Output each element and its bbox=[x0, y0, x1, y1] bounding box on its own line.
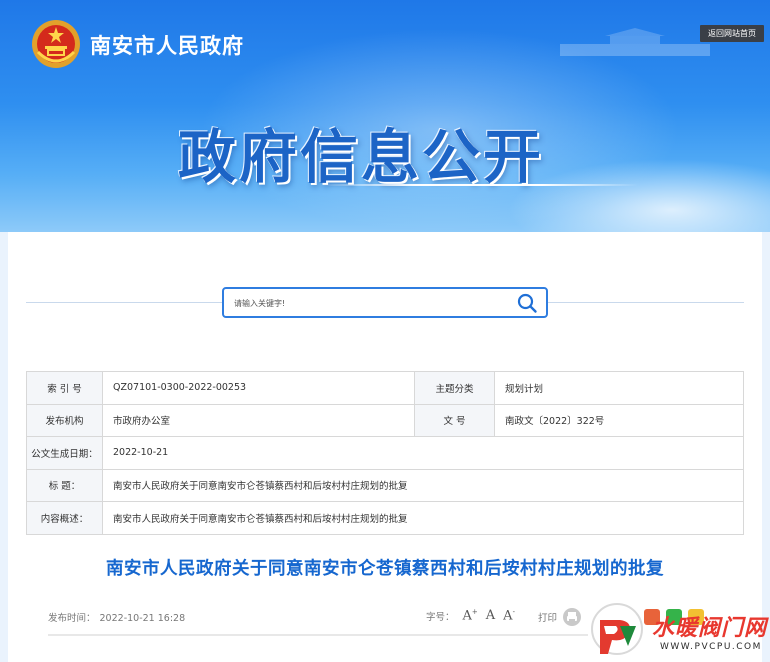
article-title: 南安市人民政府关于同意南安市仑苍镇蔡西村和后垵村村庄规划的批复 bbox=[106, 559, 664, 579]
watermark-url: WWW.PVCPU.COM bbox=[660, 642, 762, 652]
date-label: 公文生成日期： bbox=[26, 436, 103, 470]
doc-number-label: 文 号 bbox=[414, 403, 495, 437]
table-row: 索 引 号 QZ07101-0300-2022-00253 主题分类 规划计划 bbox=[26, 371, 744, 405]
site-name[interactable]: 南安市人民政府 bbox=[90, 30, 244, 60]
font-large-button[interactable]: A+ bbox=[463, 608, 478, 623]
header-banner: 南安市人民政府 返回网站首页 政府信息公开 bbox=[0, 0, 770, 232]
print-tools: 打印 bbox=[538, 608, 582, 626]
watermark-logo-icon bbox=[591, 603, 643, 655]
title-value: 南安市人民政府关于同意南安市仑苍镇蔡西村和后垵村村庄规划的批复 bbox=[102, 468, 744, 502]
publisher-label: 发布机构 bbox=[26, 403, 103, 437]
summary-value: 南安市人民政府关于同意南安市仑苍镇蔡西村和后垵村村庄规划的批复 bbox=[102, 501, 744, 535]
great-hall-silhouette bbox=[560, 28, 710, 56]
publish-time-row: 发布时间： 2022-10-21 16:28 bbox=[48, 610, 189, 624]
banner-title: 政府信息公开 bbox=[178, 123, 545, 191]
font-size-label: 字号： bbox=[426, 611, 455, 623]
publish-time-label: 发布时间： bbox=[48, 613, 96, 624]
summary-label: 内容概述： bbox=[26, 501, 103, 535]
table-row: 发布机构 市政府办公室 文 号 南政文〔2022〕322号 bbox=[26, 403, 744, 437]
publish-time-value: 2022-10-21 16:28 bbox=[99, 613, 186, 624]
index-value: QZ07101-0300-2022-00253 bbox=[102, 371, 415, 405]
search-box bbox=[222, 287, 548, 318]
table-row: 标 题： 南安市人民政府关于同意南安市仑苍镇蔡西村和后垵村村庄规划的批复 bbox=[26, 468, 744, 502]
print-label: 打印 bbox=[538, 613, 558, 624]
index-label: 索 引 号 bbox=[26, 371, 103, 405]
content-panel: 索 引 号 QZ07101-0300-2022-00253 主题分类 规划计划 … bbox=[8, 232, 762, 662]
search-input[interactable] bbox=[234, 293, 504, 313]
national-emblem-icon bbox=[32, 20, 80, 68]
date-value: 2022-10-21 bbox=[102, 436, 744, 470]
font-small-button[interactable]: A- bbox=[503, 608, 515, 623]
category-label: 主题分类 bbox=[414, 371, 495, 405]
category-value: 规划计划 bbox=[494, 371, 744, 405]
font-size-tools: 字号： A+ A A- bbox=[426, 608, 515, 623]
font-medium-button[interactable]: A bbox=[486, 608, 495, 623]
table-row: 内容概述： 南安市人民政府关于同意南安市仑苍镇蔡西村和后垵村村庄规划的批复 bbox=[26, 501, 744, 535]
search-icon[interactable] bbox=[516, 292, 538, 314]
print-icon[interactable] bbox=[563, 608, 582, 626]
watermark: 水暖阀门网 WWW.PVCPU.COM bbox=[590, 600, 770, 662]
metadata-table: 索 引 号 QZ07101-0300-2022-00253 主题分类 规划计划 … bbox=[26, 371, 744, 535]
banner-underline bbox=[320, 184, 638, 186]
table-row: 公文生成日期： 2022-10-21 bbox=[26, 436, 744, 470]
watermark-text: 水暖阀门网 bbox=[652, 616, 768, 641]
content-divider bbox=[48, 634, 588, 636]
doc-number-value: 南政文〔2022〕322号 bbox=[494, 403, 744, 437]
title-label: 标 题： bbox=[26, 468, 103, 502]
back-home-button[interactable]: 返回网站首页 bbox=[700, 25, 764, 42]
publisher-value: 市政府办公室 bbox=[102, 403, 415, 437]
